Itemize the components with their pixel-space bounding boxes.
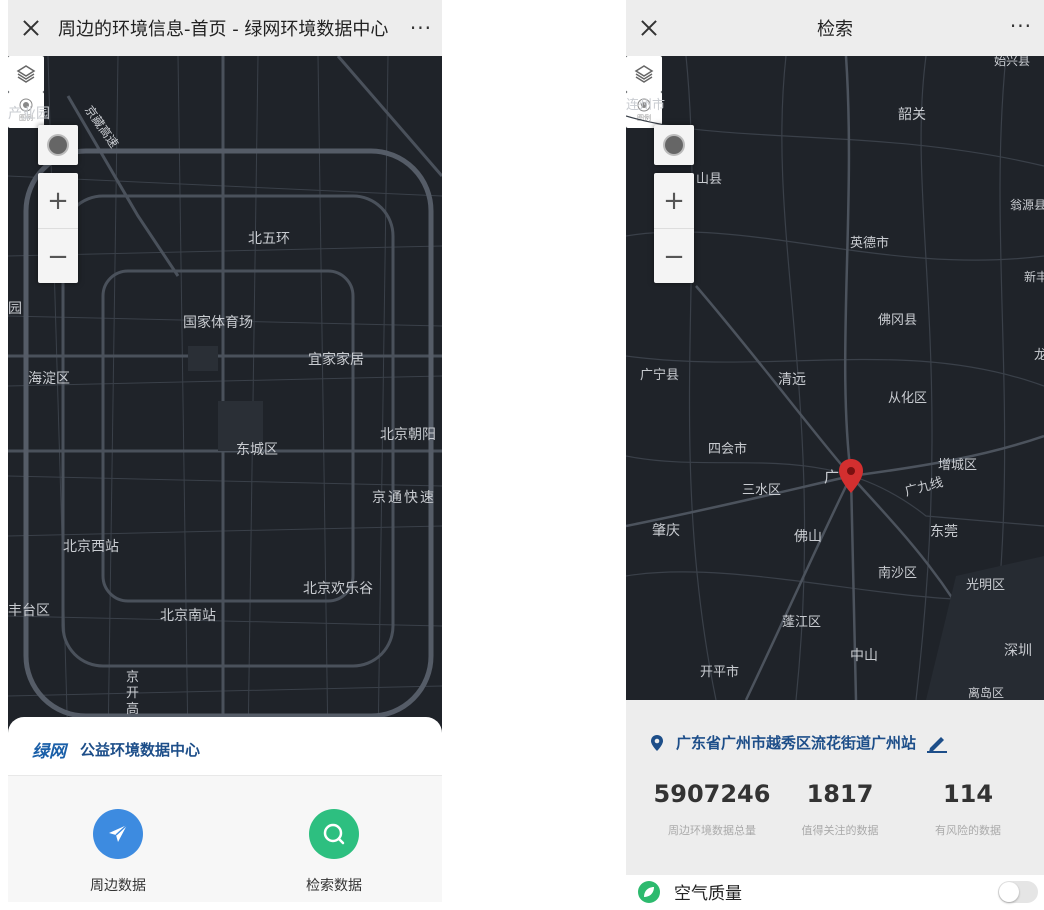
map-label: 丰台区: [8, 603, 50, 619]
air-quality-row: 空气质量: [626, 875, 1044, 910]
map-label: 离岛区: [968, 686, 1005, 700]
zoom-control: + −: [38, 173, 78, 283]
stat-value: 5907246: [653, 780, 771, 808]
home-screen: 周边的环境信息-首页 - 绿网环境数据中心 ··· 产业园 京藏高速 北五环 园…: [8, 0, 442, 902]
map-label: 北京朝阳: [380, 427, 436, 443]
map-label: 韶关: [898, 107, 926, 123]
map-label: 新丰: [1024, 270, 1044, 284]
stat-risk[interactable]: 114 有风险的数据: [898, 780, 1038, 838]
more-menu-button[interactable]: ···: [1010, 14, 1032, 38]
brand-name: 公益环境数据中心: [80, 741, 201, 759]
map-label: 英德市: [850, 236, 890, 251]
stat-value: 114: [942, 780, 994, 808]
stat-total[interactable]: 5907246 周边环境数据总量: [642, 780, 782, 838]
zoom-out-button[interactable]: −: [38, 229, 78, 284]
map-label: 清远: [778, 372, 806, 388]
map-label: 广: [824, 468, 840, 486]
map-label: 增城区: [938, 458, 978, 473]
close-icon[interactable]: [18, 15, 44, 41]
air-quality-label: 空气质量: [674, 884, 742, 904]
map-label: 中山: [850, 648, 878, 664]
close-icon[interactable]: [636, 15, 662, 41]
more-menu-button[interactable]: ···: [410, 16, 432, 40]
stat-label: 有风险的数据: [935, 824, 1001, 837]
locate-icon: [49, 136, 67, 154]
bottom-sheet: 绿网 公益环境数据中心 周边数据 检索数据: [8, 717, 442, 902]
map-label: 三水区: [742, 483, 782, 498]
edit-pencil-icon[interactable]: [926, 733, 948, 753]
map-label: 翁源县: [1010, 198, 1044, 212]
title-bar: 检索 ···: [626, 0, 1044, 56]
location-info-panel: 广东省广州市越秀区流花街道广州站 5907246 周边环境数据总量 1817 值…: [626, 700, 1044, 875]
zoom-in-button[interactable]: +: [654, 173, 694, 229]
map-label: 园: [8, 301, 22, 317]
brand-header: 绿网 公益环境数据中心: [32, 737, 200, 762]
map-label: 蓬江区: [782, 615, 822, 630]
map-view[interactable]: 始兴县 连州市 韶关 山县 翁源县 英德市 新丰 佛冈县 广宁县 清远 从化区 …: [626, 56, 1044, 700]
search-icon: [309, 809, 359, 859]
paper-plane-icon: [93, 809, 143, 859]
map-label: 从化区: [888, 391, 928, 406]
zoom-in-button[interactable]: +: [38, 173, 78, 229]
map-label: 南沙区: [878, 566, 918, 581]
zoom-out-button[interactable]: −: [654, 229, 694, 284]
map-label: 国家体育场: [183, 315, 253, 331]
map-label: 佛山: [794, 529, 822, 545]
map-label: 开平市: [700, 665, 740, 680]
stat-label: 值得关注的数据: [801, 824, 879, 837]
map-label: 佛冈县: [878, 313, 918, 328]
map-label: 海淀区: [28, 371, 70, 387]
stat-value: 1817: [806, 780, 874, 808]
map-label: 北京南站: [160, 608, 216, 624]
map-label: 深圳: [1004, 643, 1032, 659]
map-label: 连州市: [626, 98, 666, 113]
locate-icon: [665, 136, 683, 154]
map-label: 京开高: [126, 670, 140, 717]
address-text: 广东省广州市越秀区流花街道广州站: [676, 734, 917, 752]
locate-button[interactable]: [654, 125, 694, 165]
map-view[interactable]: 产业园 京藏高速 北五环 园 国家体育场 宜家家居 海淀区 北京朝阳 东城区 京…: [8, 56, 442, 746]
map-label: 东莞: [930, 524, 958, 540]
map-label: 北五环: [248, 231, 290, 247]
map-label: 龙: [1034, 348, 1044, 363]
brand-logo: 绿网: [32, 742, 66, 762]
map-label: 北京欢乐谷: [303, 581, 373, 597]
map-label: 始兴县: [994, 56, 1031, 68]
map-label: 光明区: [966, 578, 1006, 593]
map-label: 山县: [696, 172, 723, 187]
zoom-control: + −: [654, 173, 694, 283]
stat-label: 周边环境数据总量: [668, 824, 756, 837]
map-label: 广宁县: [640, 368, 680, 383]
page-title: 周边的环境信息-首页 - 绿网环境数据中心: [58, 19, 389, 40]
action-area: 周边数据 检索数据: [8, 776, 442, 902]
title-bar: 周边的环境信息-首页 - 绿网环境数据中心 ···: [8, 0, 442, 56]
map-label: 产业园: [8, 106, 50, 122]
nearby-data-button[interactable]: 周边数据: [58, 809, 178, 895]
location-pin-icon[interactable]: [838, 458, 864, 494]
search-data-label: 检索数据: [306, 878, 362, 894]
address-row: 广东省广州市越秀区流花街道广州站: [650, 732, 948, 753]
stat-attention[interactable]: 1817 值得关注的数据: [770, 780, 910, 838]
location-marker-icon: [651, 734, 663, 751]
map-label: 肇庆: [652, 523, 680, 539]
search-data-button[interactable]: 检索数据: [274, 809, 394, 895]
map-label: 京通快速: [372, 490, 436, 506]
nearby-data-label: 周边数据: [90, 878, 146, 894]
page-title: 检索: [817, 19, 853, 40]
map-label: 宜家家居: [308, 352, 364, 368]
map-label: 东城区: [236, 442, 278, 458]
locate-button[interactable]: [38, 125, 78, 165]
search-screen: 检索 ··· 始兴县 连州市 韶关 山县 翁源县 英德市 新丰 佛冈县 广宁县 …: [626, 0, 1044, 910]
air-quality-toggle[interactable]: [998, 881, 1038, 903]
air-quality-icon: [638, 881, 660, 903]
map-label: 四会市: [708, 442, 748, 457]
map-label: 北京西站: [63, 539, 119, 555]
